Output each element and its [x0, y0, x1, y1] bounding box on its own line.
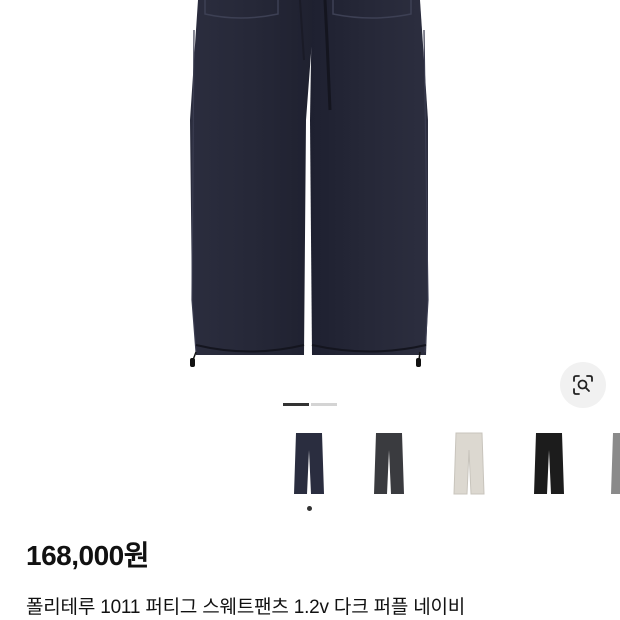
pants-image: [190, 0, 429, 367]
thumbnail-color-4[interactable]: [509, 428, 589, 498]
product-price: 168,000원: [26, 540, 149, 571]
thumbnail-color-5[interactable]: [589, 428, 620, 498]
indicator-segment: [311, 403, 337, 406]
image-search-button[interactable]: [560, 362, 606, 408]
product-image[interactable]: [0, 0, 620, 395]
product-title: 폴리테루 1011 퍼티그 스웨트팬츠 1.2v 다크 퍼플 네이비: [26, 597, 466, 618]
thumbnail-color-3[interactable]: [429, 428, 509, 498]
thumbnail-color-1[interactable]: [269, 428, 349, 498]
gallery-page-indicator: [283, 403, 337, 406]
indicator-segment-active: [283, 403, 309, 406]
selected-thumbnail-dot: [307, 506, 312, 511]
color-thumbnail-strip[interactable]: [0, 428, 620, 508]
thumbnail-color-2[interactable]: [349, 428, 429, 498]
lens-search-icon: [573, 375, 593, 395]
